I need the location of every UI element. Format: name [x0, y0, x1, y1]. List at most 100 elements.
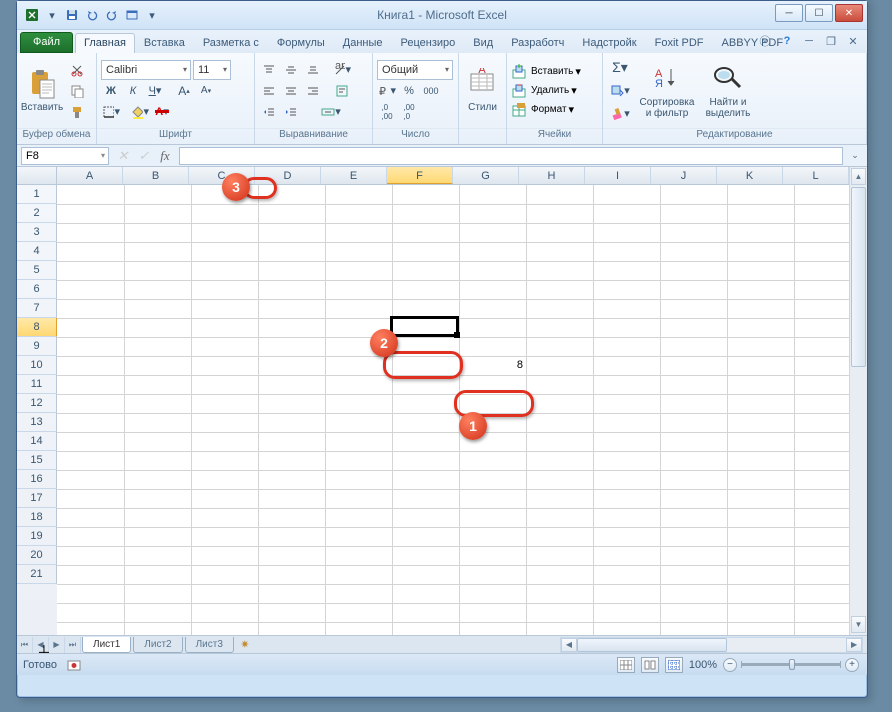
row-header-5[interactable]: 5	[17, 261, 57, 280]
align-bottom-icon[interactable]	[303, 60, 323, 80]
sheet-tab-2[interactable]: Лист2	[133, 637, 182, 653]
merge-center-icon[interactable]: ▾	[310, 102, 352, 122]
styles-button[interactable]: A Стили	[463, 56, 502, 125]
col-header-E[interactable]: E	[321, 167, 387, 184]
row-header-18[interactable]: 18	[17, 508, 57, 527]
cells-format-button[interactable]: Формат▾	[511, 102, 598, 118]
enter-formula-icon[interactable]: ✓	[134, 147, 154, 165]
bold-button[interactable]: Ж	[101, 81, 121, 101]
hscroll-thumb[interactable]	[577, 638, 727, 652]
qat-more-icon[interactable]	[123, 6, 141, 24]
sort-filter-button[interactable]: АЯ Сортировка и фильтр	[637, 56, 697, 125]
workbook-restore-icon[interactable]: ❐	[823, 33, 839, 49]
col-header-A[interactable]: A	[57, 167, 123, 184]
increase-decimal-icon[interactable]: ,0,00	[377, 102, 397, 122]
increase-font-icon[interactable]: A▴	[174, 81, 194, 101]
font-name-combo[interactable]: Calibri	[101, 60, 191, 80]
workbook-close-icon[interactable]: ✕	[845, 33, 861, 49]
page-break-view-icon[interactable]	[665, 657, 683, 673]
row-header-4[interactable]: 4	[17, 242, 57, 261]
formula-input[interactable]	[179, 147, 843, 165]
tab-foxit[interactable]: Foxit PDF	[646, 33, 713, 53]
col-header-F[interactable]: F	[387, 167, 453, 184]
col-header-D[interactable]: D	[255, 167, 321, 184]
row-header-6[interactable]: 6	[17, 280, 57, 299]
align-left-icon[interactable]	[259, 81, 279, 101]
minimize-button[interactable]: ─	[775, 4, 803, 22]
row-header-20[interactable]: 20	[17, 546, 57, 565]
cells-area[interactable]: 8	[57, 185, 849, 635]
fill-icon[interactable]: ▾	[607, 81, 633, 101]
cancel-formula-icon[interactable]: ✕	[113, 147, 133, 165]
sheet-nav-last-icon[interactable]: ⏭	[65, 637, 81, 653]
row-header-9[interactable]: 9	[17, 337, 57, 356]
expand-formula-bar-icon[interactable]: ⌄	[847, 147, 863, 165]
paste-button[interactable]: Вставить	[21, 56, 63, 125]
col-header-J[interactable]: J	[651, 167, 717, 184]
row-header-13[interactable]: 13	[17, 413, 57, 432]
tab-file[interactable]: Файл	[20, 32, 73, 53]
sheet-nav-next-icon[interactable]: ▶	[49, 637, 65, 653]
cell-G10[interactable]: 8	[459, 356, 526, 375]
comma-format-icon[interactable]: 000	[421, 81, 441, 101]
row-header-19[interactable]: 19	[17, 527, 57, 546]
find-select-button[interactable]: Найти и выделить	[701, 56, 755, 125]
insert-function-button[interactable]: fx	[155, 147, 175, 165]
border-button[interactable]: ▾	[101, 102, 121, 122]
align-top-icon[interactable]	[259, 60, 279, 80]
cut-button[interactable]	[67, 60, 87, 80]
qat-dropdown2-icon[interactable]: ▾	[143, 6, 161, 24]
wrap-text-icon[interactable]	[332, 81, 352, 101]
col-header-G[interactable]: G	[453, 167, 519, 184]
align-center-icon[interactable]	[281, 81, 301, 101]
zoom-in-button[interactable]: +	[845, 658, 859, 672]
font-size-combo[interactable]: 11	[193, 60, 231, 80]
autosum-icon[interactable]: Σ▾	[607, 58, 633, 78]
close-button[interactable]: ✕	[835, 4, 863, 22]
zoom-level[interactable]: 100%	[689, 659, 717, 671]
format-painter-button[interactable]	[67, 102, 87, 122]
row-header-1[interactable]: 1	[17, 185, 57, 204]
tab-home[interactable]: Главная	[75, 33, 135, 53]
row-header-17[interactable]: 17	[17, 489, 57, 508]
horizontal-scrollbar[interactable]: ◀ ▶	[560, 637, 863, 653]
tab-formulas[interactable]: Формулы	[268, 33, 334, 53]
decrease-decimal-icon[interactable]: ,00,0	[399, 102, 419, 122]
scroll-up-icon[interactable]: ▲	[851, 168, 866, 185]
new-sheet-icon[interactable]: ✷	[235, 638, 255, 651]
row-header-8[interactable]: 8	[17, 318, 57, 337]
col-header-I[interactable]: I	[585, 167, 651, 184]
tab-insert[interactable]: Вставка	[135, 33, 194, 53]
row-header-11[interactable]: 11	[17, 375, 57, 394]
clear-icon[interactable]: ▾	[607, 104, 633, 124]
row-header-3[interactable]: 3	[17, 223, 57, 242]
cells-delete-button[interactable]: Удалить▾	[511, 83, 598, 99]
minimize-ribbon-icon[interactable]: ⓥ	[757, 33, 773, 49]
tab-dev[interactable]: Разработч	[502, 33, 573, 53]
col-header-H[interactable]: H	[519, 167, 585, 184]
increase-indent-icon[interactable]	[281, 102, 301, 122]
select-all-corner[interactable]	[17, 167, 57, 185]
tab-layout[interactable]: Разметка с	[194, 33, 268, 53]
help-icon[interactable]: ?	[779, 33, 795, 49]
save-icon[interactable]	[63, 6, 81, 24]
page-layout-view-icon[interactable]	[641, 657, 659, 673]
row-header-14[interactable]: 14	[17, 432, 57, 451]
accounting-format-icon[interactable]: ₽▾	[377, 81, 397, 101]
zoom-out-button[interactable]: −	[723, 658, 737, 672]
decrease-font-icon[interactable]: A▾	[196, 81, 216, 101]
row-header-10[interactable]: 10	[17, 356, 57, 375]
orientation-icon[interactable]: ab▾	[332, 60, 352, 80]
tab-review[interactable]: Рецензиро	[392, 33, 465, 53]
tab-data[interactable]: Данные	[334, 33, 392, 53]
workbook-min-icon[interactable]: ─	[801, 33, 817, 49]
decrease-indent-icon[interactable]	[259, 102, 279, 122]
scroll-down-icon[interactable]: ▼	[851, 616, 866, 633]
name-box[interactable]: F8	[21, 147, 109, 165]
fill-color-button[interactable]: ▾	[130, 102, 150, 122]
copy-button[interactable]	[67, 81, 87, 101]
sheet-tab-1[interactable]: Лист1	[82, 637, 131, 653]
tab-addins[interactable]: Надстройк	[573, 33, 645, 53]
scroll-right-icon[interactable]: ▶	[846, 638, 862, 652]
italic-button[interactable]: К	[123, 81, 143, 101]
